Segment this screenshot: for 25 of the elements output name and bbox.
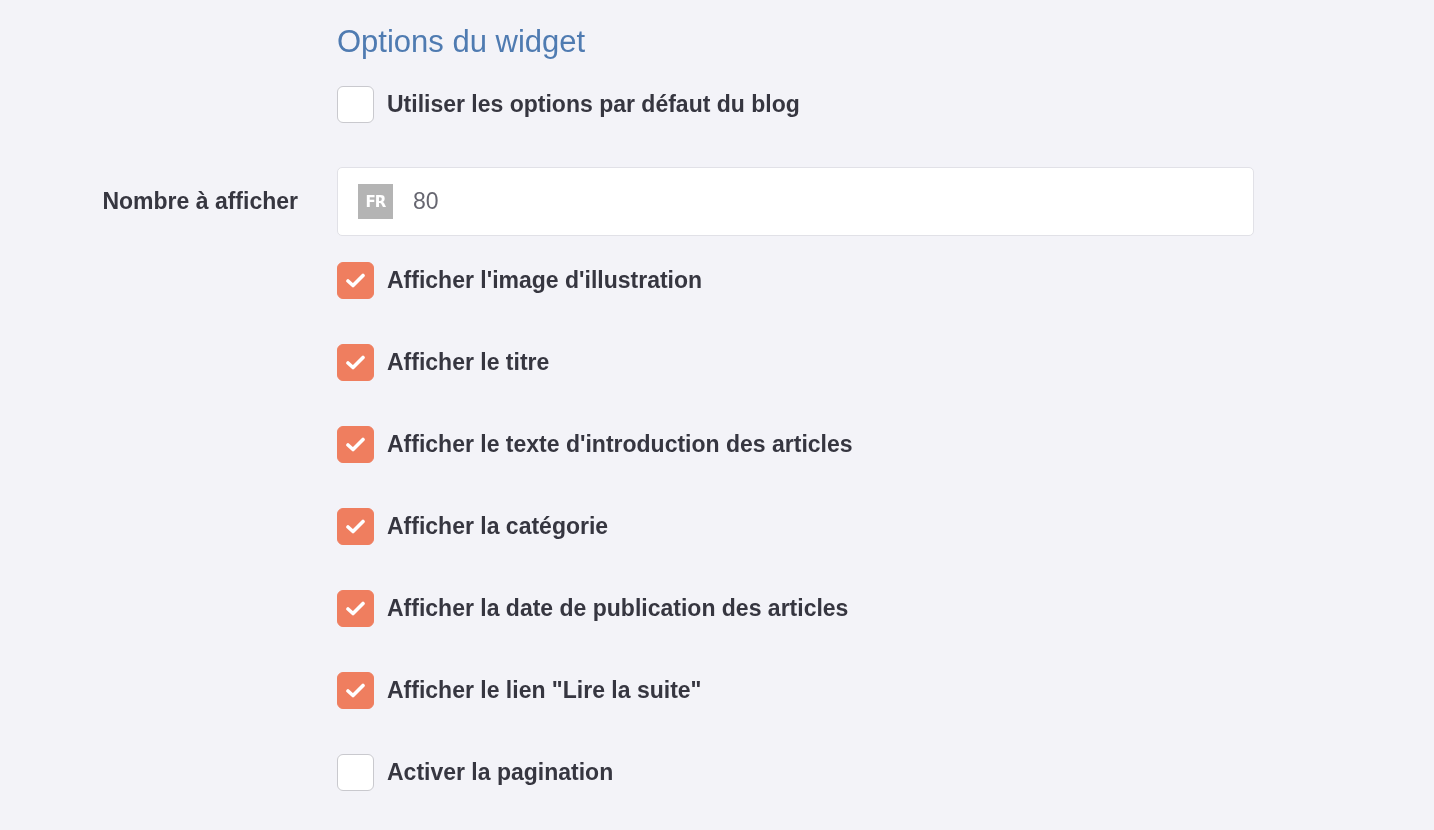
check-icon: [346, 273, 365, 288]
checkbox-label: Afficher le titre: [387, 349, 550, 376]
checkbox-label: Afficher le lien "Lire la suite": [387, 677, 702, 704]
checkbox[interactable]: [337, 262, 374, 299]
checkbox[interactable]: [337, 508, 374, 545]
checkbox[interactable]: [337, 590, 374, 627]
checkbox-label: Afficher l'image d'illustration: [387, 267, 703, 294]
checkbox-label: Afficher la date de publication des articles: [387, 595, 849, 622]
checkbox-label: Utiliser les options par défaut du blog: [387, 91, 800, 118]
checkbox-label: Afficher le texte d'introduction des articles: [387, 431, 853, 458]
check-icon: [346, 437, 365, 452]
checkbox[interactable]: [337, 344, 374, 381]
check-icon: [346, 355, 365, 370]
checkbox[interactable]: [337, 672, 374, 709]
check-icon: [346, 683, 365, 698]
checkbox[interactable]: [337, 426, 374, 463]
check-icon: [346, 601, 365, 616]
section-title: Options du widget: [337, 23, 586, 61]
checkbox[interactable]: [337, 754, 374, 791]
language-badge: FR: [358, 184, 393, 219]
check-icon: [346, 519, 365, 534]
checkbox-label: Afficher la catégorie: [387, 513, 609, 540]
checkbox-label: Activer la pagination: [387, 759, 614, 786]
checkbox[interactable]: [337, 86, 374, 123]
field-label: Nombre à afficher: [102, 188, 298, 215]
